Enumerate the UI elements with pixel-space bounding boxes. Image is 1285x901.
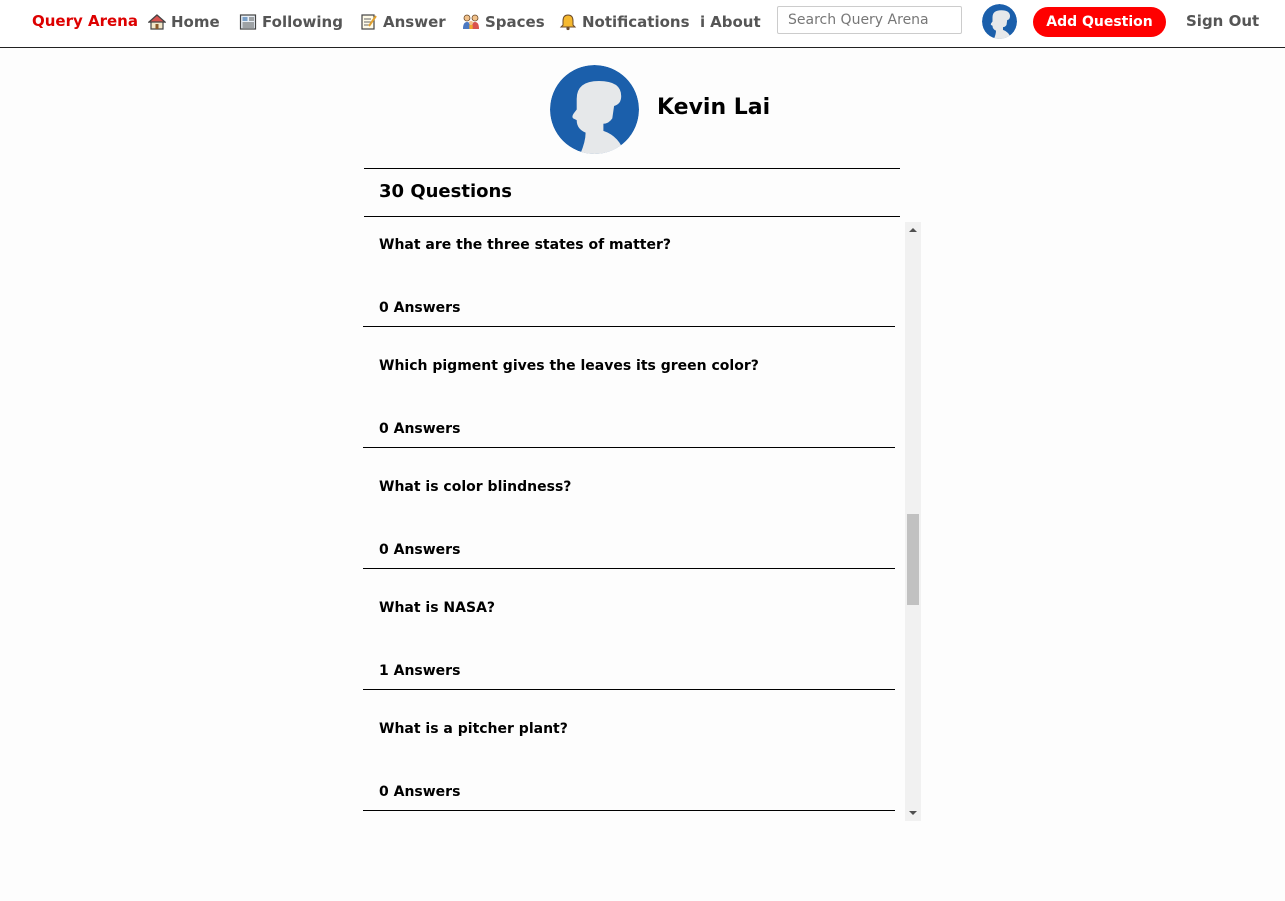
family-icon [463,14,479,29]
question-title[interactable]: What is color blindness? [379,479,571,495]
question-title[interactable]: What is NASA? [379,600,495,616]
question-item[interactable]: What is NASA? 1 Answers [363,569,895,690]
avatar-silhouette-icon [982,4,1017,39]
scroll-thumb[interactable] [907,514,919,605]
house-icon [148,14,166,30]
question-title[interactable]: Which pigment gives the leaves its green… [379,358,759,374]
nav-spaces-label: Spaces [485,13,545,31]
question-item[interactable]: Which pigment gives the leaves its green… [363,327,895,448]
list-scrollbar[interactable] [905,222,921,821]
sign-out-link[interactable]: Sign Out [1186,12,1259,30]
divider [364,216,900,217]
nav-notifications[interactable]: Notifications [559,11,690,33]
arrow-down-icon [909,811,917,815]
answer-count: 1 Answers [379,663,461,679]
scroll-up-button[interactable] [905,222,921,238]
answer-count: 0 Answers [379,542,461,558]
question-item[interactable]: What is color blindness? 0 Answers [363,448,895,569]
nav-answer-label: Answer [383,13,446,31]
answer-count: 0 Answers [379,300,461,316]
info-icon: i [700,13,706,31]
nav-following[interactable]: Following [239,11,343,33]
add-question-button[interactable]: Add Question [1033,7,1166,37]
search-input[interactable] [777,6,962,34]
question-item[interactable]: What are the three states of matter? 0 A… [363,222,895,327]
nav-about-label: About [710,13,761,31]
nav-spaces[interactable]: Spaces [462,11,545,33]
nav-notifications-label: Notifications [582,13,690,31]
top-navbar: Query Arena Home Following Answer Spaces… [0,0,1285,48]
brand-logo-link[interactable]: Query Arena [32,12,138,30]
nav-about[interactable]: i About [700,11,761,33]
user-avatar[interactable] [982,4,1017,39]
question-title[interactable]: What are the three states of matter? [379,237,671,253]
question-title[interactable]: What is a pitcher plant? [379,721,568,737]
profile-name: Kevin Lai [657,95,771,120]
questions-list[interactable]: What are the three states of matter? 0 A… [363,222,895,821]
memo-icon [361,14,377,30]
arrow-up-icon [909,228,917,232]
nav-home-label: Home [171,13,220,31]
answer-count: 0 Answers [379,421,461,437]
answer-count: 0 Answers [379,784,461,800]
profile-avatar [550,65,639,154]
question-item[interactable]: What is a pitcher plant? 0 Answers [363,690,895,811]
nav-answer[interactable]: Answer [360,11,446,33]
bell-icon [559,14,577,31]
question-count-heading: 30 Questions [379,181,513,202]
avatar-silhouette-icon [550,65,639,154]
scroll-down-button[interactable] [905,805,921,821]
nav-following-label: Following [262,13,343,31]
divider [364,168,900,169]
nav-home[interactable]: Home [148,11,220,33]
newspaper-icon [239,14,257,30]
